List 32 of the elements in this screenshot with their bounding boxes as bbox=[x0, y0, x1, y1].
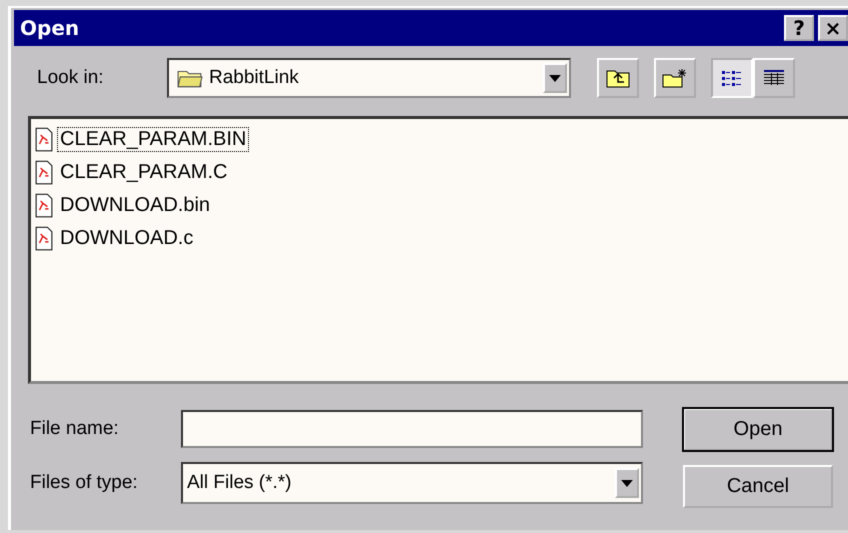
file-item[interactable]: DOWNLOAD.c bbox=[35, 222, 844, 255]
look-in-dropdown[interactable]: RabbitLink bbox=[167, 58, 571, 98]
file-name: CLEAR_PARAM.C bbox=[59, 160, 228, 185]
list-view-icon bbox=[721, 69, 743, 87]
file-name: CLEAR_PARAM.BIN bbox=[57, 127, 250, 152]
look-in-label: Look in: bbox=[37, 67, 105, 89]
folder-up-arrow-icon bbox=[606, 68, 630, 88]
file-name: DOWNLOAD.c bbox=[59, 226, 194, 251]
new-folder-button[interactable] bbox=[654, 58, 696, 98]
file-item[interactable]: CLEAR_PARAM.BIN bbox=[35, 123, 844, 156]
folder-icon bbox=[177, 68, 203, 88]
list-view-button[interactable] bbox=[711, 58, 753, 98]
up-folder-button[interactable] bbox=[597, 58, 639, 98]
folder-sparkle-icon bbox=[662, 68, 688, 88]
file-name: DOWNLOAD.bin bbox=[59, 193, 212, 218]
file-name-field[interactable] bbox=[181, 410, 643, 448]
document-icon bbox=[35, 160, 53, 185]
open-button[interactable]: Open bbox=[683, 408, 833, 451]
details-view-button[interactable] bbox=[753, 58, 795, 98]
window-title: Open bbox=[19, 16, 80, 40]
close-button[interactable]: × bbox=[818, 15, 848, 41]
document-icon bbox=[35, 127, 53, 152]
file-type-label: Files of type: bbox=[30, 472, 139, 494]
file-item[interactable]: CLEAR_PARAM.C bbox=[35, 156, 844, 189]
help-button[interactable]: ? bbox=[784, 15, 814, 41]
file-name-label: File name: bbox=[30, 418, 120, 440]
document-icon bbox=[35, 226, 53, 251]
file-item[interactable]: DOWNLOAD.bin bbox=[35, 189, 844, 222]
document-icon bbox=[35, 193, 53, 218]
details-view-icon bbox=[763, 69, 785, 87]
cancel-button[interactable]: Cancel bbox=[683, 465, 833, 508]
file-type-dropdown[interactable]: All Files (*.*) bbox=[181, 462, 643, 504]
